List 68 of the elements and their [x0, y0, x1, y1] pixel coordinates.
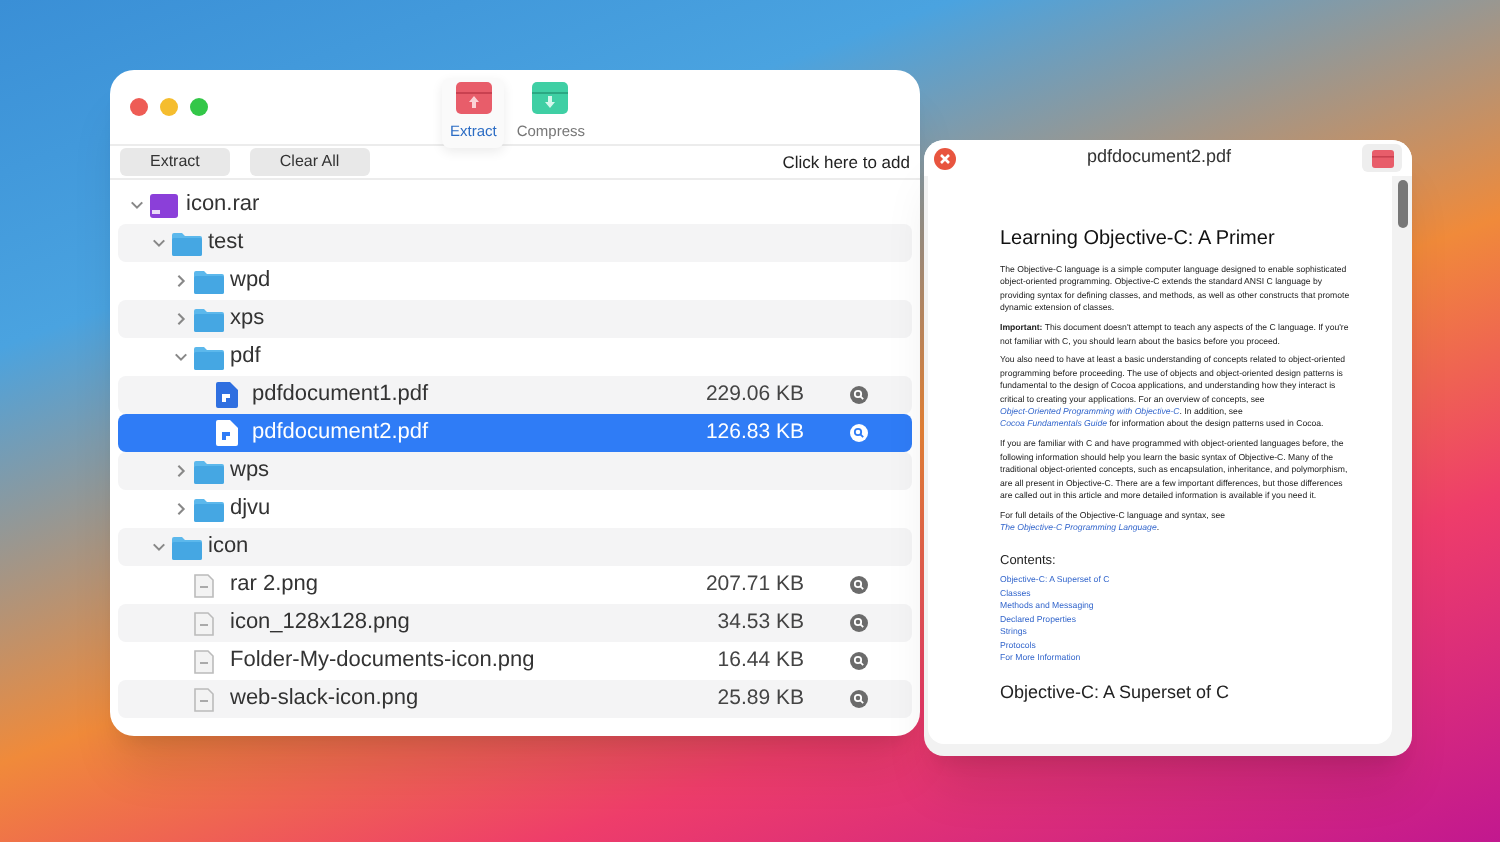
file-row[interactable]: pdfdocument1.pdf 229.06 KB — [118, 376, 912, 414]
zoom-window-button[interactable] — [190, 98, 208, 116]
toolbar-button[interactable]: Clear All — [249, 148, 370, 176]
document-heading: Learning Objective-C: A Primer — [1000, 228, 1277, 252]
chevron-down-icon[interactable] — [152, 236, 166, 250]
file-row[interactable]: icon_128x128.png 34.53 KB — [118, 604, 912, 642]
chevron-down-icon[interactable] — [130, 198, 144, 212]
archive-icon — [150, 193, 178, 217]
file-icon — [194, 649, 214, 673]
file-name: web-slack-icon.png — [230, 684, 419, 715]
section-heading: Objective-C: A Superset of C — [1000, 680, 1232, 707]
window-title: pdfdocument2.pdf — [1084, 144, 1234, 171]
folder-icon — [194, 307, 224, 331]
folder-icon — [194, 345, 224, 369]
close-window-button[interactable] — [130, 98, 148, 116]
file-row[interactable]: test — [118, 224, 912, 262]
chevron-down-icon[interactable] — [152, 540, 166, 554]
document-icon — [216, 420, 238, 446]
file-name: rar 2.png — [230, 570, 319, 601]
scrollbar[interactable] — [1397, 180, 1407, 228]
chevron-right-icon[interactable] — [174, 274, 188, 288]
chevron-right-icon[interactable] — [174, 502, 188, 516]
file-name: test — [208, 228, 244, 259]
file-name: djvu — [230, 494, 271, 525]
box-icon — [1371, 149, 1393, 167]
file-name: pdfdocument2.pdf — [252, 418, 429, 449]
add-files-link[interactable]: Click here to add — [782, 149, 910, 175]
file-name: xps — [230, 304, 265, 335]
file-name: wpd — [230, 266, 271, 297]
file-name: icon — [208, 532, 249, 563]
extract-button[interactable] — [1362, 144, 1402, 172]
file-row[interactable]: icon — [118, 528, 912, 566]
search-icon[interactable] — [850, 424, 868, 442]
file-row[interactable]: xps — [118, 300, 912, 338]
file-name: Folder-My-documents-icon.png — [230, 646, 535, 677]
file-icon — [194, 611, 214, 635]
chevron-right-icon[interactable] — [174, 464, 188, 478]
file-size: 126.83 KB — [705, 417, 804, 448]
file-size: 16.44 KB — [717, 645, 804, 676]
file-size: 25.89 KB — [717, 683, 804, 714]
search-icon[interactable] — [850, 576, 868, 594]
file-name: icon_128x128.png — [230, 608, 410, 639]
close-icon[interactable] — [934, 147, 956, 169]
file-size: 34.53 KB — [717, 607, 804, 638]
file-icon — [194, 573, 214, 597]
file-size: 207.71 KB — [705, 569, 804, 600]
search-icon[interactable] — [850, 690, 868, 708]
folder-icon — [172, 231, 202, 255]
search-icon[interactable] — [850, 652, 868, 670]
file-name: wps — [230, 456, 270, 487]
toolbar-button[interactable]: Extract — [120, 148, 230, 176]
file-row[interactable]: pdfdocument2.pdf 126.83 KB — [118, 414, 912, 452]
chevron-down-icon[interactable] — [174, 350, 188, 364]
file-row[interactable]: wps — [118, 452, 912, 490]
folder-icon — [194, 459, 224, 483]
file-row[interactable]: web-slack-icon.png 25.89 KB — [118, 680, 912, 718]
folder-icon — [194, 269, 224, 293]
file-size: 229.06 KB — [705, 379, 804, 410]
search-icon[interactable] — [850, 386, 868, 404]
file-name: pdfdocument1.pdf — [252, 380, 429, 411]
folder-icon — [194, 497, 224, 521]
file-name: icon.rar — [186, 190, 260, 221]
folder-icon — [172, 535, 202, 559]
chevron-right-icon[interactable] — [174, 312, 188, 326]
file-icon — [194, 687, 214, 711]
file-name: pdf — [230, 342, 261, 373]
document-icon — [216, 382, 238, 408]
search-icon[interactable] — [850, 614, 868, 632]
